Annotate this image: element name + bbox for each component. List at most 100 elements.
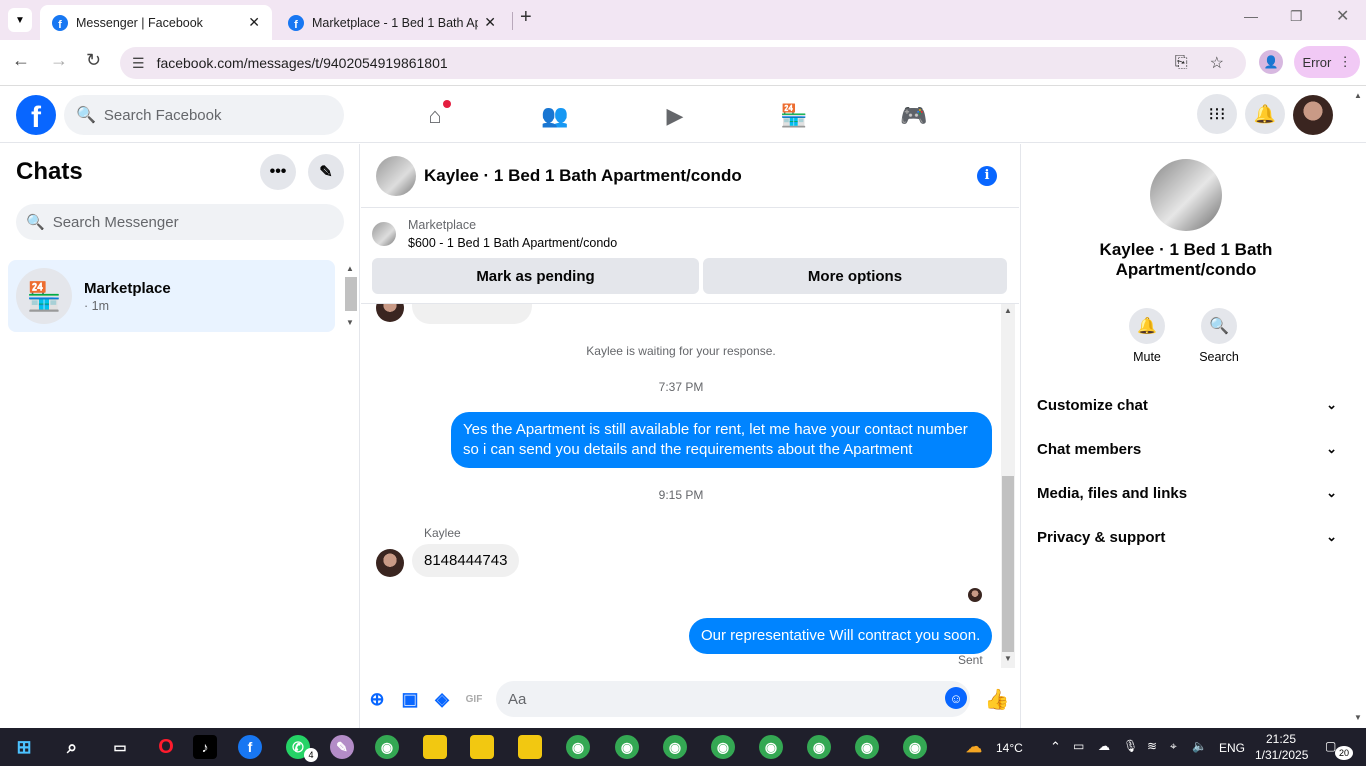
chrome-profile-icon[interactable]: ◉ — [711, 735, 735, 759]
close-tab-icon[interactable]: ✕ — [484, 14, 496, 31]
plus-circle-icon[interactable]: ⊕ — [366, 688, 388, 710]
scroll-thumb[interactable] — [345, 277, 357, 311]
bell-icon[interactable]: 🔔 — [1129, 308, 1165, 344]
paint-app-icon[interactable]: ✎ — [330, 735, 354, 759]
contact-profile-avatar[interactable] — [1150, 159, 1222, 231]
site-info-icon[interactable]: ☰ — [132, 55, 145, 72]
microphone-icon[interactable]: 🎙 — [1123, 739, 1138, 753]
scroll-down-icon[interactable]: ▼ — [1354, 713, 1362, 722]
options-ellipsis-icon[interactable]: ••• — [260, 154, 296, 190]
tab-marketplace[interactable]: f Marketplace - 1 Bed 1 Bath Apa ✕ — [276, 5, 508, 40]
sticky-notes-icon[interactable] — [518, 735, 542, 759]
clock-date[interactable]: 1/31/2025 — [1255, 748, 1308, 762]
page-scrollbar[interactable]: ▲ ▼ — [1350, 87, 1366, 728]
contact-avatar[interactable] — [376, 155, 416, 196]
language-indicator[interactable]: ENG — [1219, 741, 1245, 755]
profile-icon[interactable]: 👤 — [1259, 50, 1283, 74]
install-app-icon[interactable]: ⎘ — [1175, 54, 1188, 72]
temperature[interactable]: 14°C — [996, 741, 1023, 755]
chrome-profile-icon[interactable]: ◉ — [759, 735, 783, 759]
chrome-profile-icon[interactable]: ◉ — [615, 735, 639, 759]
chat-list-scrollbar[interactable]: ▲ ▼ — [344, 262, 358, 330]
error-button[interactable]: Error ⋮ — [1294, 46, 1360, 78]
opera-icon[interactable]: O — [154, 735, 178, 759]
scroll-down-icon[interactable]: ▼ — [1004, 654, 1012, 663]
emoji-icon[interactable]: ☺ — [945, 687, 967, 709]
contact-avatar-small[interactable] — [376, 549, 404, 577]
message-bubble-out[interactable]: Our representative Will contract you soo… — [689, 618, 993, 654]
message-bubble-out[interactable]: Yes the Apartment is still available for… — [451, 412, 992, 468]
account-avatar[interactable] — [1293, 95, 1333, 135]
weather-icon[interactable]: ☁ — [962, 735, 986, 759]
chat-list-item-marketplace[interactable]: 🏪 Marketplace · 1m — [8, 260, 335, 332]
chrome-profile-icon[interactable]: ◉ — [903, 735, 927, 759]
marketplace-icon[interactable]: 🏪 — [779, 101, 809, 131]
windows-start-icon[interactable]: ⊞ — [12, 735, 36, 759]
section-chat-members[interactable]: Chat members ⌄ — [1037, 427, 1337, 471]
friends-icon[interactable]: 👥 — [540, 101, 570, 131]
thumbs-up-icon[interactable]: 👍 — [985, 688, 1010, 711]
battery-icon[interactable]: ▭ — [1073, 739, 1084, 753]
chrome-profile-icon[interactable]: ◉ — [807, 735, 831, 759]
url-bar[interactable]: ☰ facebook.com/messages/t/94020549198618… — [120, 47, 1246, 79]
tab-messenger[interactable]: f Messenger | Facebook ✕ — [40, 5, 272, 40]
scroll-up-icon[interactable]: ▲ — [1004, 306, 1012, 315]
chrome-profile-icon[interactable]: ◉ — [375, 735, 399, 759]
new-message-icon[interactable]: ✎ — [308, 154, 344, 190]
menu-grid-icon[interactable]: ⁝⁝⁝ — [1197, 94, 1237, 134]
mute-action[interactable]: 🔔 Mute — [1117, 308, 1177, 364]
conversation-title[interactable]: Kaylee · 1 Bed 1 Bath Apartment/condo — [424, 166, 977, 186]
chrome-profile-icon[interactable]: ◉ — [663, 735, 687, 759]
section-privacy-support[interactable]: Privacy & support ⌄ — [1037, 515, 1337, 559]
taskbar-search-icon[interactable]: ⌕ — [60, 735, 84, 759]
volume-icon[interactable]: 🔈 — [1192, 739, 1207, 753]
search-icon[interactable]: 🔍 — [1201, 308, 1237, 344]
scroll-thumb[interactable] — [1002, 476, 1014, 652]
sticky-notes-icon[interactable] — [470, 735, 494, 759]
listing-thumbnail[interactable] — [372, 222, 396, 246]
scroll-up-icon[interactable]: ▲ — [346, 264, 354, 273]
listing-title[interactable]: $600 - 1 Bed 1 Bath Apartment/condo — [408, 236, 617, 250]
message-bubble-in[interactable]: 8148444743 — [412, 544, 520, 577]
forward-icon[interactable]: → — [50, 50, 68, 71]
scroll-down-icon[interactable]: ▼ — [346, 318, 354, 327]
chrome-profile-icon[interactable]: ◉ — [566, 735, 590, 759]
sticky-notes-icon[interactable] — [423, 735, 447, 759]
new-tab-icon[interactable]: + — [520, 6, 532, 29]
location-icon[interactable]: ⌖ — [1170, 739, 1177, 754]
message-input[interactable]: Aa — [496, 681, 970, 717]
section-media-files-links[interactable]: Media, files and links ⌄ — [1037, 471, 1337, 515]
back-icon[interactable]: ← — [12, 50, 30, 71]
chevron-up-icon[interactable]: ⌃ — [1050, 739, 1061, 755]
messages-scrollbar[interactable]: ▲ ▼ — [1001, 304, 1015, 668]
messenger-search-input[interactable]: 🔍 Search Messenger — [16, 204, 344, 240]
search-action[interactable]: 🔍 Search — [1189, 308, 1249, 364]
cloud-error-icon[interactable]: ☁ — [1098, 739, 1110, 753]
facebook-logo-icon[interactable]: f — [16, 95, 56, 135]
sticker-icon[interactable]: ◈ — [431, 688, 453, 710]
facebook-app-icon[interactable]: f — [238, 735, 262, 759]
video-icon[interactable]: ▶ — [660, 101, 690, 131]
tiktok-icon[interactable]: ♪ — [193, 735, 217, 759]
more-options-button[interactable]: More options — [703, 258, 1007, 294]
restore-icon[interactable]: ❐ — [1290, 8, 1303, 25]
section-customize-chat[interactable]: Customize chat ⌄ — [1037, 383, 1337, 427]
reload-icon[interactable]: ↻ — [86, 50, 101, 71]
bookmark-star-icon[interactable]: ☆ — [1210, 53, 1224, 73]
chrome-profile-icon[interactable]: ◉ — [855, 735, 879, 759]
facebook-search-input[interactable]: 🔍 Search Facebook — [64, 95, 344, 135]
notifications-bell-icon[interactable]: 🔔 — [1245, 94, 1285, 134]
wifi-icon[interactable]: ≋ — [1147, 739, 1157, 753]
gif-icon[interactable]: GIF — [463, 688, 485, 710]
close-window-icon[interactable]: ✕ — [1336, 6, 1349, 26]
gaming-icon[interactable]: 🎮 — [899, 101, 929, 131]
task-view-icon[interactable]: ▭ — [108, 735, 132, 759]
photo-icon[interactable]: ▣ — [399, 688, 421, 710]
info-icon[interactable]: i — [977, 165, 997, 186]
minimize-icon[interactable]: — — [1244, 8, 1258, 24]
scroll-up-icon[interactable]: ▲ — [1354, 91, 1362, 100]
close-tab-icon[interactable]: ✕ — [248, 14, 260, 31]
clock-time[interactable]: 21:25 — [1266, 732, 1296, 746]
mark-as-pending-button[interactable]: Mark as pending — [372, 258, 699, 294]
tab-search-dropdown[interactable]: ▼ — [8, 8, 32, 32]
